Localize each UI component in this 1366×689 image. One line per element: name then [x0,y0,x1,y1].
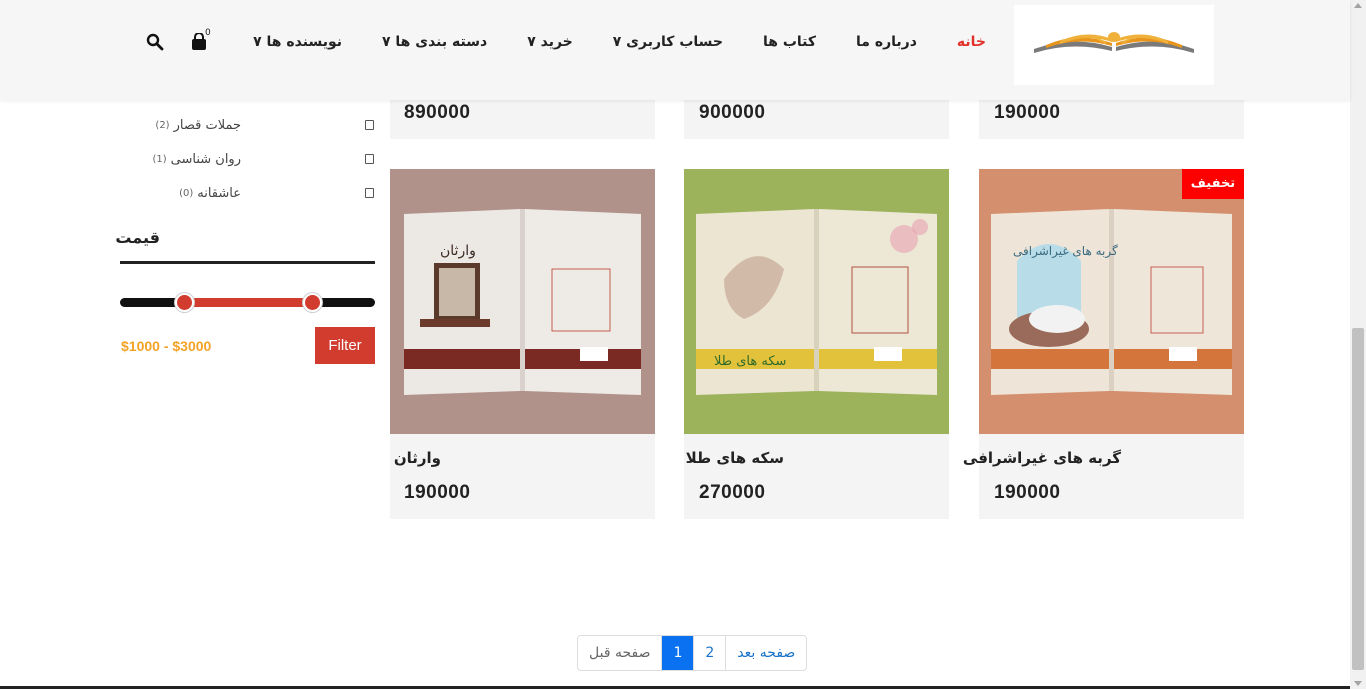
book-cover-title: وارثان [440,243,476,259]
book-logo-icon [1034,32,1194,53]
nav-authors[interactable]: نویسنده ها ۷ [253,34,342,50]
category-label: جملات قصار [173,117,241,133]
discount-badge: تخفیف [1182,169,1244,199]
nav-books[interactable]: کتاب ها [763,34,816,50]
pagination-prev[interactable]: صفحه قبل [578,636,661,670]
scroll-up-arrow-icon[interactable] [1354,3,1362,8]
filter-button[interactable]: Filter [315,327,375,364]
main-nav: خانه درباره ما کتاب ها حساب کاربری ۷ خری… [253,34,986,50]
product-price: 190000 [404,482,471,503]
site-header: خانه درباره ما کتاب ها حساب کاربری ۷ خری… [0,0,1350,100]
category-label: روان شناسی [170,151,241,167]
price-filter-title: قيمت [115,228,160,247]
category-checkbox[interactable] [365,120,374,130]
price-title-underline [120,261,375,264]
price-slider-max-handle[interactable] [303,293,322,312]
category-item[interactable]: روان شناسی (1) [152,150,374,168]
category-count: (0) [179,187,194,199]
nav-home[interactable]: خانه [957,34,986,50]
search-icon[interactable] [146,33,164,51]
book-cover-title: گربه های غیراشرافی [1013,244,1118,259]
price-range-value: $1000 - $3000 [121,338,212,354]
nav-account[interactable]: حساب کاربری ۷ [613,34,723,50]
price-slider-range [184,298,312,307]
category-count: (1) [152,153,167,165]
book-cover-image[interactable]: گربه های غیراشرافی [979,169,1244,434]
nav-categories[interactable]: دسته بندی ها ۷ [382,34,487,50]
pagination-page-2[interactable]: 2 [693,636,725,670]
category-item[interactable]: عاشقانه (0) [179,184,374,202]
price-slider-min-handle[interactable] [175,293,194,312]
category-checkbox[interactable] [365,188,374,198]
vertical-scrollbar[interactable] [1350,0,1366,689]
book-cover-title: سکه های طلا [714,354,786,369]
scrollbar-thumb[interactable] [1352,328,1364,670]
book-cover-image[interactable]: سکه های طلا [684,169,949,434]
category-item[interactable]: جملات قصار (2) [155,116,374,134]
nav-about[interactable]: درباره ما [856,34,917,50]
product-price: 900000 [699,102,766,123]
book-cover-image[interactable]: وارثان [390,169,655,434]
category-checkbox[interactable] [365,154,374,164]
product-title[interactable]: گربه های غیراشرافی [963,449,1121,467]
product-price: 190000 [994,102,1061,123]
nav-shop[interactable]: خرید ۷ [527,34,573,50]
pagination-next[interactable]: صفحه بعد [725,636,806,670]
scroll-down-arrow-icon[interactable] [1354,681,1362,686]
category-count: (2) [155,119,170,131]
cart-count-badge: 0 [205,28,211,38]
pagination: صفحه بعد 2 1 صفحه قبل [577,635,808,671]
pagination-page-1[interactable]: 1 [661,636,694,670]
product-title[interactable]: وارثان [394,449,441,467]
product-price: 270000 [699,482,766,503]
product-price: 190000 [994,482,1061,503]
product-title[interactable]: سکه های طلا [686,449,784,467]
site-logo[interactable] [1014,5,1214,85]
product-price: 890000 [404,102,471,123]
category-label: عاشقانه [197,185,241,201]
